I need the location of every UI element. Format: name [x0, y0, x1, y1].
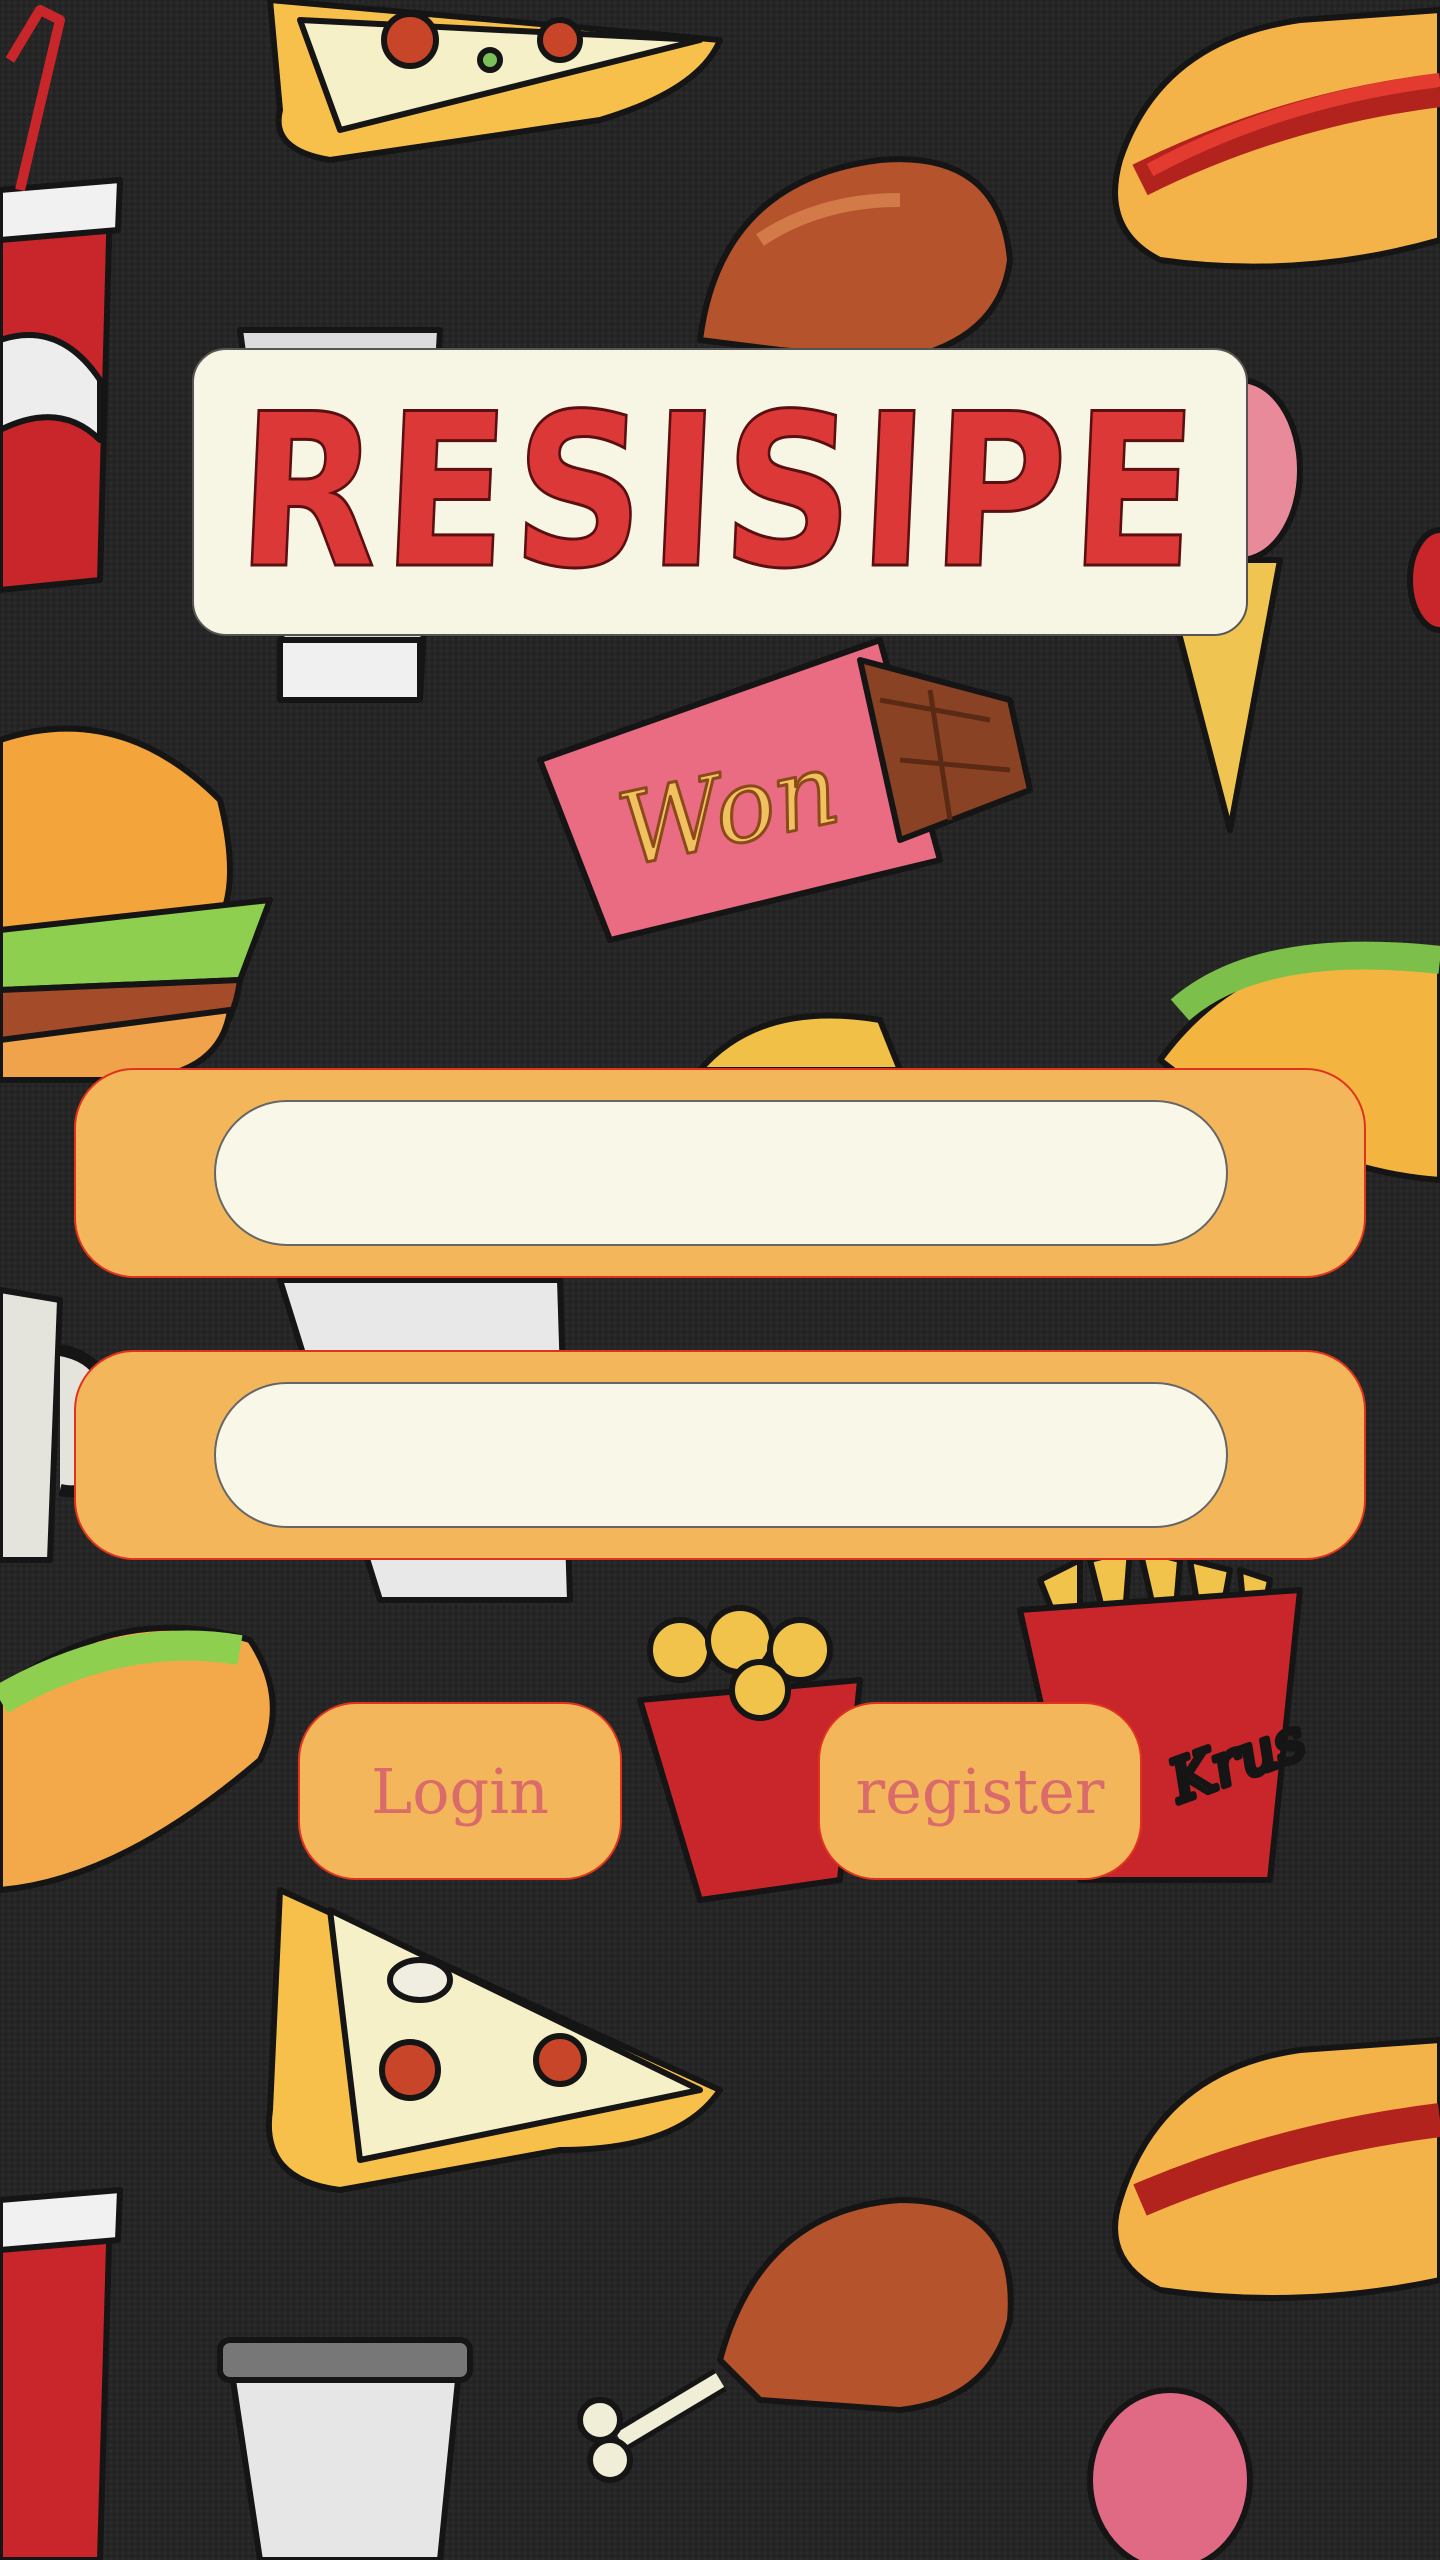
pizza-slice-icon [265, 1887, 723, 2193]
chicken-leg-icon [697, 156, 1013, 363]
password-input[interactable] [214, 1382, 1228, 1528]
password-field-container [74, 1350, 1366, 1560]
chicken-leg-icon [577, 2197, 1014, 2483]
burger-icon [0, 725, 273, 1083]
hotdog-icon [1112, 2037, 1440, 2301]
chocolate-bar-icon: Won [537, 637, 1033, 943]
hotdog-icon [0, 1624, 276, 1893]
register-button-label: register [855, 1754, 1105, 1828]
coffee-cup-icon [217, 2337, 473, 2560]
username-input[interactable] [214, 1100, 1228, 1246]
hotdog-icon [1112, 7, 1440, 270]
register-button[interactable]: register [818, 1702, 1142, 1880]
soda-cup-icon [0, 2187, 123, 2560]
app-logo-text: RESISIPE [232, 367, 1209, 617]
login-button[interactable]: Login [298, 1702, 622, 1880]
soda-cup-icon [0, 5, 123, 593]
username-field-container [74, 1068, 1366, 1278]
app-logo-card: RESISIPE [192, 348, 1248, 636]
cheese-icon [697, 1012, 903, 1073]
login-button-label: Login [371, 1754, 549, 1828]
pizza-slice-icon [267, 0, 723, 163]
candy-icon [1407, 527, 1440, 633]
dessert-icon [1087, 2387, 1253, 2560]
